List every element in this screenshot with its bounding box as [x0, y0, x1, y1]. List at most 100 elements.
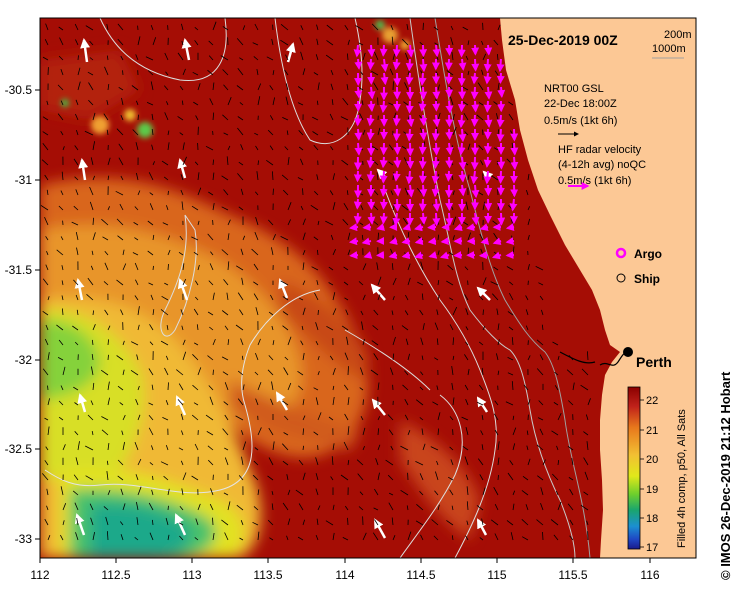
hf-velocity-vector	[431, 184, 440, 198]
x-tick-label: 113.5	[253, 568, 282, 582]
colorbar-tick: 20	[646, 454, 658, 466]
x-tick-label: 116	[640, 568, 659, 582]
hf-velocity-vector	[379, 170, 388, 184]
hf-velocity-vector	[380, 72, 389, 86]
hf-velocity-vector	[367, 44, 376, 58]
velocity-vector	[347, 517, 349, 526]
hf-velocity-vector	[418, 142, 427, 155]
hf-velocity-vector	[392, 212, 401, 227]
hf-velocity-vector	[432, 86, 441, 100]
hf-velocity-vector	[380, 58, 389, 73]
hf-velocity-vector	[354, 86, 363, 99]
colorbar-tick: 18	[646, 513, 658, 525]
hf-velocity-vector	[445, 156, 454, 169]
colorbar-tick: 21	[646, 425, 658, 437]
hf-velocity-vector	[458, 184, 467, 197]
hf-velocity-vector	[392, 128, 401, 142]
hf-velocity-vector	[353, 44, 362, 58]
hf-velocity-vector	[505, 223, 515, 231]
hf-velocity-vector	[392, 170, 401, 182]
hf-velocity-vector	[432, 142, 441, 156]
hf-velocity-vector	[453, 251, 463, 260]
hf-velocity-vector	[505, 237, 515, 246]
velocity-vector	[422, 22, 424, 31]
velocity-vector	[272, 188, 274, 196]
hf-velocity-vector	[367, 212, 376, 225]
hf-velocity-vector	[419, 212, 428, 225]
hf-velocity-vector	[354, 128, 363, 141]
hf-velocity-vector	[405, 72, 414, 86]
hf-velocity-vector	[496, 114, 505, 128]
hf-velocity-vector	[366, 58, 375, 71]
hf-velocity-vector	[445, 44, 454, 56]
hf-velocity-vector	[418, 156, 427, 170]
hf-velocity-vector	[432, 44, 441, 58]
credit-text: © IMOS 26-Dec-2019 21:12 Hobart	[718, 371, 733, 580]
hf-velocity-vector	[457, 114, 466, 129]
hf-velocity-vector	[405, 170, 414, 185]
hf-velocity-vector	[466, 223, 476, 232]
hf-velocity-vector	[419, 128, 428, 141]
hf-velocity-vector	[418, 100, 427, 112]
hf-velocity-vector	[432, 114, 441, 128]
isobath-label-1000m: 1000m	[652, 43, 686, 55]
hf-legend-line1: HF radar velocity	[558, 144, 642, 156]
velocity-vector	[167, 382, 169, 391]
perth-label: Perth	[636, 354, 672, 370]
x-tick-label: 115	[487, 568, 506, 582]
isobath-label-200m: 200m	[664, 29, 692, 41]
hf-velocity-vector	[419, 114, 428, 127]
hf-velocity-vector	[497, 212, 506, 226]
hf-velocity-vector	[440, 237, 450, 246]
hf-velocity-vector	[445, 114, 454, 128]
hf-velocity-vector	[510, 142, 519, 156]
hf-velocity-vector	[483, 72, 492, 85]
hf-velocity-vector	[471, 184, 480, 199]
sst-map-figure: 112 112.5 113 113.5 114 114.5 115 115.5 …	[5, 17, 733, 582]
hf-velocity-vector	[445, 100, 454, 114]
x-tick-label: 115.5	[558, 568, 587, 582]
hf-velocity-vector	[431, 128, 440, 142]
hf-velocity-vector	[367, 198, 376, 210]
hf-velocity-vector	[480, 237, 490, 245]
hf-velocity-vector	[392, 58, 401, 71]
colorbar-tick: 17	[646, 542, 658, 554]
y-tick-label: -31	[15, 173, 33, 187]
hf-velocity-vector	[353, 212, 362, 225]
hf-velocity-vector	[471, 58, 480, 72]
hf-velocity-vector	[432, 212, 441, 227]
hf-velocity-vector	[458, 156, 467, 171]
hf-velocity-vector	[458, 58, 467, 71]
velocity-vector	[497, 187, 499, 196]
hf-velocity-vector	[470, 170, 479, 185]
hf-velocity-vector	[431, 156, 440, 169]
hf-legend-line2: (4-12h avg) noQC	[558, 159, 646, 171]
colorbar-tick: 19	[646, 484, 658, 496]
x-tick-label: 114	[335, 568, 354, 582]
colorbar-caption: Filled 4h comp, p50, All Sats	[676, 409, 688, 548]
hf-velocity-vector	[393, 198, 402, 212]
hf-velocity-vector	[366, 114, 375, 127]
hf-velocity-vector	[427, 223, 437, 232]
hf-velocity-vector	[444, 170, 453, 182]
hf-velocity-vector	[478, 251, 489, 260]
velocity-vector	[167, 505, 169, 511]
hf-velocity-vector	[349, 223, 359, 232]
velocity-vector	[362, 399, 364, 406]
velocity-vector	[212, 369, 214, 376]
velocity-vector	[152, 475, 154, 481]
hf-velocity-vector	[366, 128, 375, 141]
hf-velocity-vector	[458, 128, 467, 143]
hf-velocity-vector	[405, 128, 414, 142]
hf-velocity-vector	[419, 86, 428, 100]
hf-velocity-vector	[419, 58, 428, 73]
hf-velocity-vector	[393, 142, 402, 156]
hf-velocity-vector	[366, 170, 375, 183]
hf-velocity-vector	[484, 86, 493, 100]
y-tick-label: -32	[15, 353, 33, 367]
y-tick-label: -32.5	[5, 442, 33, 456]
hf-velocity-vector	[497, 86, 506, 98]
velocity-vector	[122, 70, 124, 76]
hf-velocity-vector	[405, 100, 414, 114]
velocity-vector	[542, 531, 544, 541]
